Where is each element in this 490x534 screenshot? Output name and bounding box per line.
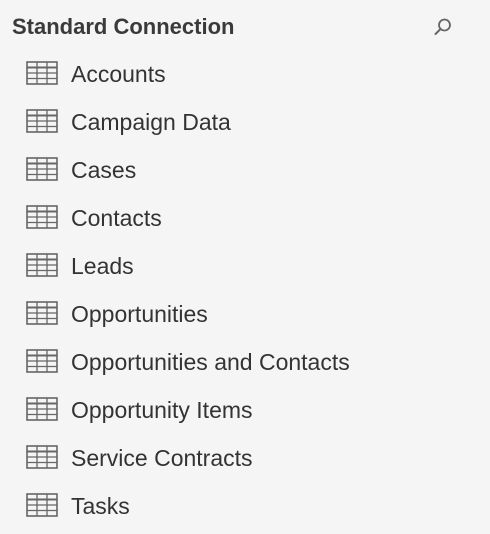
table-item-opportunity-items[interactable]: Opportunity Items (0, 387, 490, 435)
table-grid-icon (26, 205, 58, 229)
table-item-contacts[interactable]: Contacts (0, 195, 490, 243)
table-item-label: Opportunities (71, 301, 208, 327)
table-item-label: Service Contracts (71, 445, 253, 471)
table-grid-icon (26, 301, 58, 325)
table-item-label: Campaign Data (71, 109, 231, 135)
table-grid-icon (26, 493, 58, 517)
connection-panel: Standard Connection Accounts Campaign Da… (0, 0, 490, 534)
table-grid-icon (26, 61, 58, 85)
table-item-label: Opportunities and Contacts (71, 349, 350, 375)
table-item-opportunities[interactable]: Opportunities (0, 291, 490, 339)
table-item-campaign-data[interactable]: Campaign Data (0, 99, 490, 147)
table-list: Accounts Campaign Data Cases Contacts Le… (0, 51, 490, 531)
table-item-accounts[interactable]: Accounts (0, 51, 490, 99)
panel-header: Standard Connection (12, 12, 478, 42)
table-item-opportunities-and-contacts[interactable]: Opportunities and Contacts (0, 339, 490, 387)
table-item-service-contracts[interactable]: Service Contracts (0, 435, 490, 483)
table-item-label: Cases (71, 157, 137, 183)
search-icon (434, 18, 451, 35)
table-item-label: Tasks (71, 493, 130, 519)
table-item-label: Contacts (71, 205, 162, 231)
table-item-tasks[interactable]: Tasks (0, 483, 490, 531)
table-grid-icon (26, 157, 58, 181)
search-button[interactable] (432, 16, 454, 38)
table-grid-icon (26, 349, 58, 373)
table-grid-icon (26, 253, 58, 277)
table-item-label: Opportunity Items (71, 397, 253, 423)
table-grid-icon (26, 397, 58, 421)
table-item-leads[interactable]: Leads (0, 243, 490, 291)
table-item-cases[interactable]: Cases (0, 147, 490, 195)
table-grid-icon (26, 445, 58, 469)
table-item-label: Accounts (71, 61, 166, 87)
table-grid-icon (26, 109, 58, 133)
connection-title: Standard Connection (12, 14, 235, 39)
table-item-label: Leads (71, 253, 134, 279)
